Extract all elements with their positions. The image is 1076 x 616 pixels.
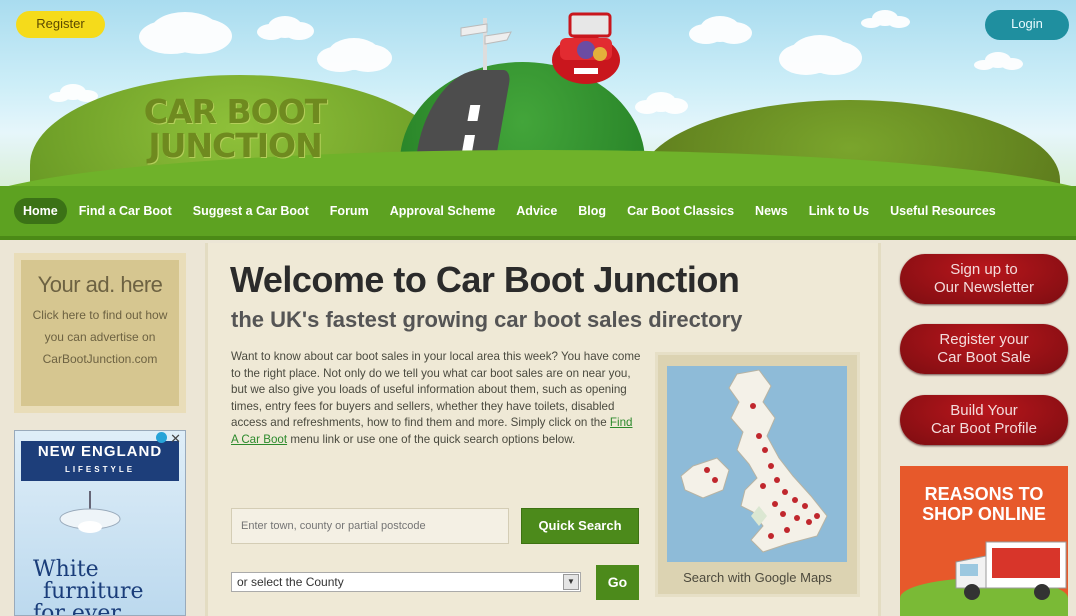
county-select-value: or select the County — [237, 575, 344, 589]
register-sale-label-line-2: Car Boot Sale — [937, 349, 1031, 366]
nav-item-news[interactable]: News — [746, 198, 797, 224]
cloud-decoration — [700, 16, 740, 42]
newsletter-label-line-1: Sign up to — [950, 261, 1018, 278]
nav-item-advice[interactable]: Advice — [507, 198, 566, 224]
lamp-icon — [59, 491, 121, 533]
intro-part-1: Want to know about car boot sales in you… — [231, 350, 641, 430]
login-button[interactable]: Login — [985, 10, 1069, 40]
uk-map-icon — [680, 369, 828, 553]
ad-banner[interactable]: ✕ NEW ENGLAND LIFESTYLE White furniture … — [14, 430, 186, 616]
logo-line-1: CAR BOOT — [143, 92, 327, 131]
promo-line-1: REASONS TO — [924, 484, 1044, 504]
chevron-down-icon[interactable]: ▼ — [563, 574, 579, 590]
intro-text: Want to know about car boot sales in you… — [231, 349, 641, 449]
banner-brand-sub: LIFESTYLE — [64, 465, 136, 474]
register-car-boot-sale-button[interactable]: Register your Car Boot Sale — [900, 324, 1068, 374]
adchoices-icon[interactable] — [156, 432, 167, 443]
car-icon — [552, 12, 620, 84]
nav-item-car-boot-classics[interactable]: Car Boot Classics — [618, 198, 743, 224]
nav-item-home[interactable]: Home — [14, 198, 67, 224]
page-subtitle: the UK's fastest growing car boot sales … — [231, 307, 743, 332]
cloud-decoration — [150, 12, 220, 52]
nav-item-approval-scheme[interactable]: Approval Scheme — [381, 198, 505, 224]
advertise-box[interactable]: Your ad. here Click here to find out how… — [14, 253, 186, 413]
cloud-decoration — [60, 84, 86, 100]
cloud-decoration — [328, 38, 380, 70]
register-sale-label-line-1: Register your — [939, 331, 1029, 348]
banner-copy-line: furniture — [43, 579, 144, 604]
intro-part-2: menu link or use one of the quick search… — [290, 432, 576, 446]
ad-text: Click here to find out how you can adver… — [32, 308, 168, 366]
banner-brand-name: NEW ENGLAND — [37, 443, 163, 460]
nav-item-link-to-us[interactable]: Link to Us — [800, 198, 878, 224]
newsletter-label-line-2: Our Newsletter — [933, 279, 1035, 296]
main-nav: Home Find a Car Boot Suggest a Car Boot … — [0, 186, 1076, 240]
cloud-decoration — [268, 16, 302, 38]
go-button[interactable]: Go — [596, 565, 639, 600]
map-caption: Search with Google Maps — [683, 570, 832, 585]
nav-item-find-a-car-boot[interactable]: Find a Car Boot — [70, 198, 181, 224]
cloud-decoration — [646, 92, 676, 112]
nav-item-suggest-a-car-boot[interactable]: Suggest a Car Boot — [184, 198, 318, 224]
banner-brand: NEW ENGLAND LIFESTYLE — [21, 441, 179, 481]
google-maps-search[interactable]: Search with Google Maps — [655, 352, 860, 597]
ad-title: Your ad. here — [37, 272, 163, 297]
newsletter-signup-button[interactable]: Sign up to Our Newsletter — [900, 254, 1068, 304]
banner-copy-line: for ever — [33, 601, 121, 616]
page-title: Welcome to Car Boot Junction — [230, 259, 740, 300]
county-select[interactable]: or select the County ▼ — [231, 572, 581, 592]
nav-item-useful-resources[interactable]: Useful Resources — [881, 198, 1005, 224]
profile-label-line-2: Car Boot Profile — [931, 420, 1037, 437]
main-content: Welcome to Car Boot Junction the UK's fa… — [205, 243, 881, 616]
delivery-van-icon — [955, 541, 1067, 600]
promo-line-2: SHOP ONLINE — [922, 504, 1046, 524]
location-search-input[interactable] — [231, 508, 509, 544]
banner-copy: White furniture for ever — [33, 559, 144, 616]
uk-map — [667, 366, 847, 562]
cloud-decoration — [985, 52, 1011, 68]
promo-banner[interactable]: REASONS TO SHOP ONLINE — [900, 466, 1068, 616]
site-header: CAR BOOT JUNCTION Register Login — [0, 0, 1076, 190]
register-button[interactable]: Register — [16, 11, 105, 38]
site-logo[interactable]: CAR BOOT JUNCTION — [130, 95, 340, 163]
profile-label-line-1: Build Your — [950, 402, 1018, 419]
signpost-icon — [460, 18, 512, 70]
nav-item-blog[interactable]: Blog — [569, 198, 615, 224]
cloud-decoration — [872, 10, 898, 26]
promo-text: REASONS TO SHOP ONLINE — [900, 484, 1068, 524]
close-icon[interactable]: ✕ — [170, 431, 181, 447]
banner-copy-line: White — [33, 557, 99, 582]
logo-line-2: JUNCTION — [148, 126, 322, 165]
cloud-decoration — [790, 35, 850, 73]
nav-item-forum[interactable]: Forum — [321, 198, 378, 224]
quick-search-button[interactable]: Quick Search — [521, 508, 639, 544]
build-profile-button[interactable]: Build Your Car Boot Profile — [900, 395, 1068, 445]
